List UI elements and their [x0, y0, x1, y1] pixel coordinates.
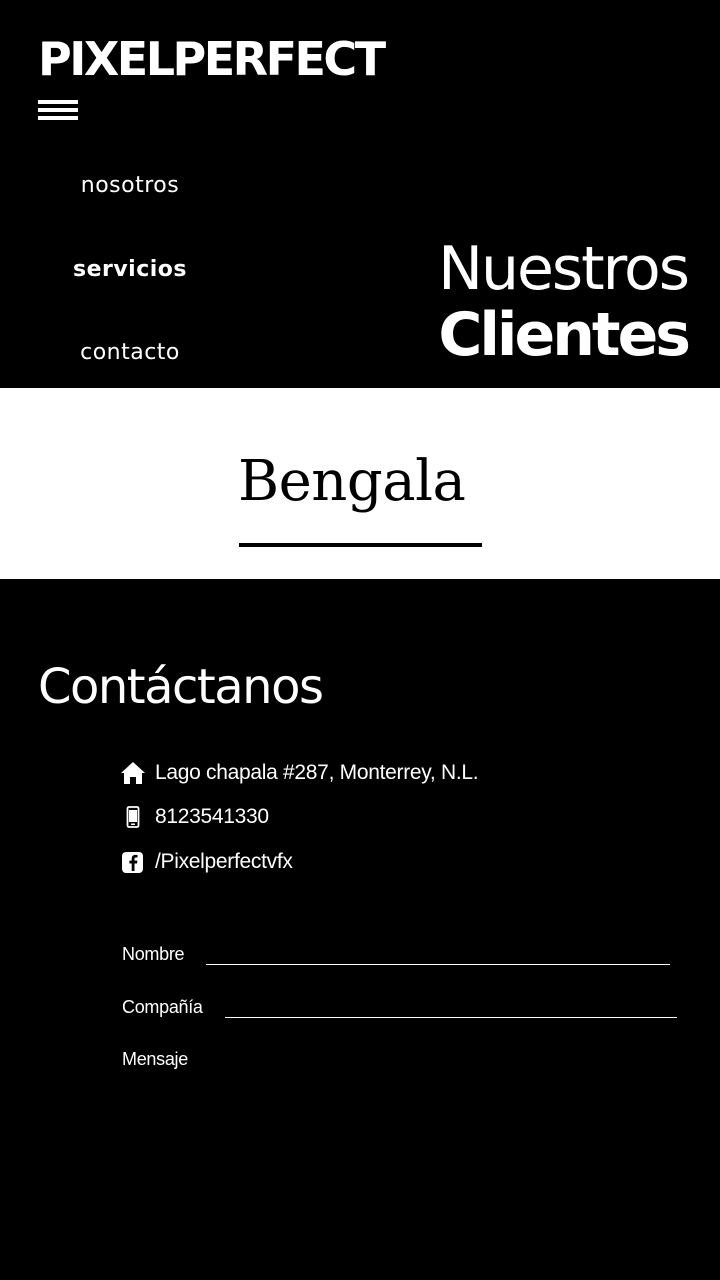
phone-row: 8123541330: [120, 802, 269, 832]
message-field-row: Mensaje: [122, 1049, 188, 1070]
contact-title: Contáctanos: [38, 659, 324, 715]
nav-item-servicios[interactable]: servicios: [0, 257, 260, 282]
address-text: Lago chapala #287, Monterrey, N.L.: [155, 761, 479, 784]
client-logo-name: Bengala: [238, 449, 466, 514]
message-label: Mensaje: [122, 1049, 188, 1069]
phone-text[interactable]: 8123541330: [155, 805, 269, 829]
name-input[interactable]: [206, 948, 671, 967]
company-input[interactable]: [224, 1001, 677, 1020]
client-logo-bengala: Bengala: [238, 449, 484, 547]
clients-heading-bold: Clientes: [438, 300, 691, 370]
name-label: Nombre: [122, 944, 185, 964]
facebook-row: /Pixelperfectvfx: [120, 847, 293, 877]
client-logo-underline: [239, 543, 482, 547]
name-field-row: Nombre: [122, 944, 671, 967]
clients-heading-light: Nuestros: [438, 234, 690, 304]
phone-icon: [120, 804, 146, 830]
home-icon: [120, 760, 146, 786]
menu-icon[interactable]: [38, 100, 78, 128]
nav-item-nosotros[interactable]: nosotros: [0, 173, 260, 198]
company-field-line: [224, 1000, 677, 1020]
facebook-link[interactable]: /Pixelperfectvfx: [155, 850, 293, 874]
company-label: Compañía: [122, 997, 203, 1017]
company-field-row: Compañía: [122, 997, 677, 1020]
clients-heading: Nuestros Clientes: [438, 234, 691, 370]
name-field-line: [206, 947, 671, 967]
brand-logo[interactable]: PIXELPERFECT: [38, 34, 386, 84]
clients-band: Bengala: [0, 388, 720, 579]
facebook-icon[interactable]: [120, 849, 146, 875]
nav-item-contacto[interactable]: contacto: [0, 340, 260, 365]
address-row: Lago chapala #287, Monterrey, N.L.: [120, 758, 479, 788]
